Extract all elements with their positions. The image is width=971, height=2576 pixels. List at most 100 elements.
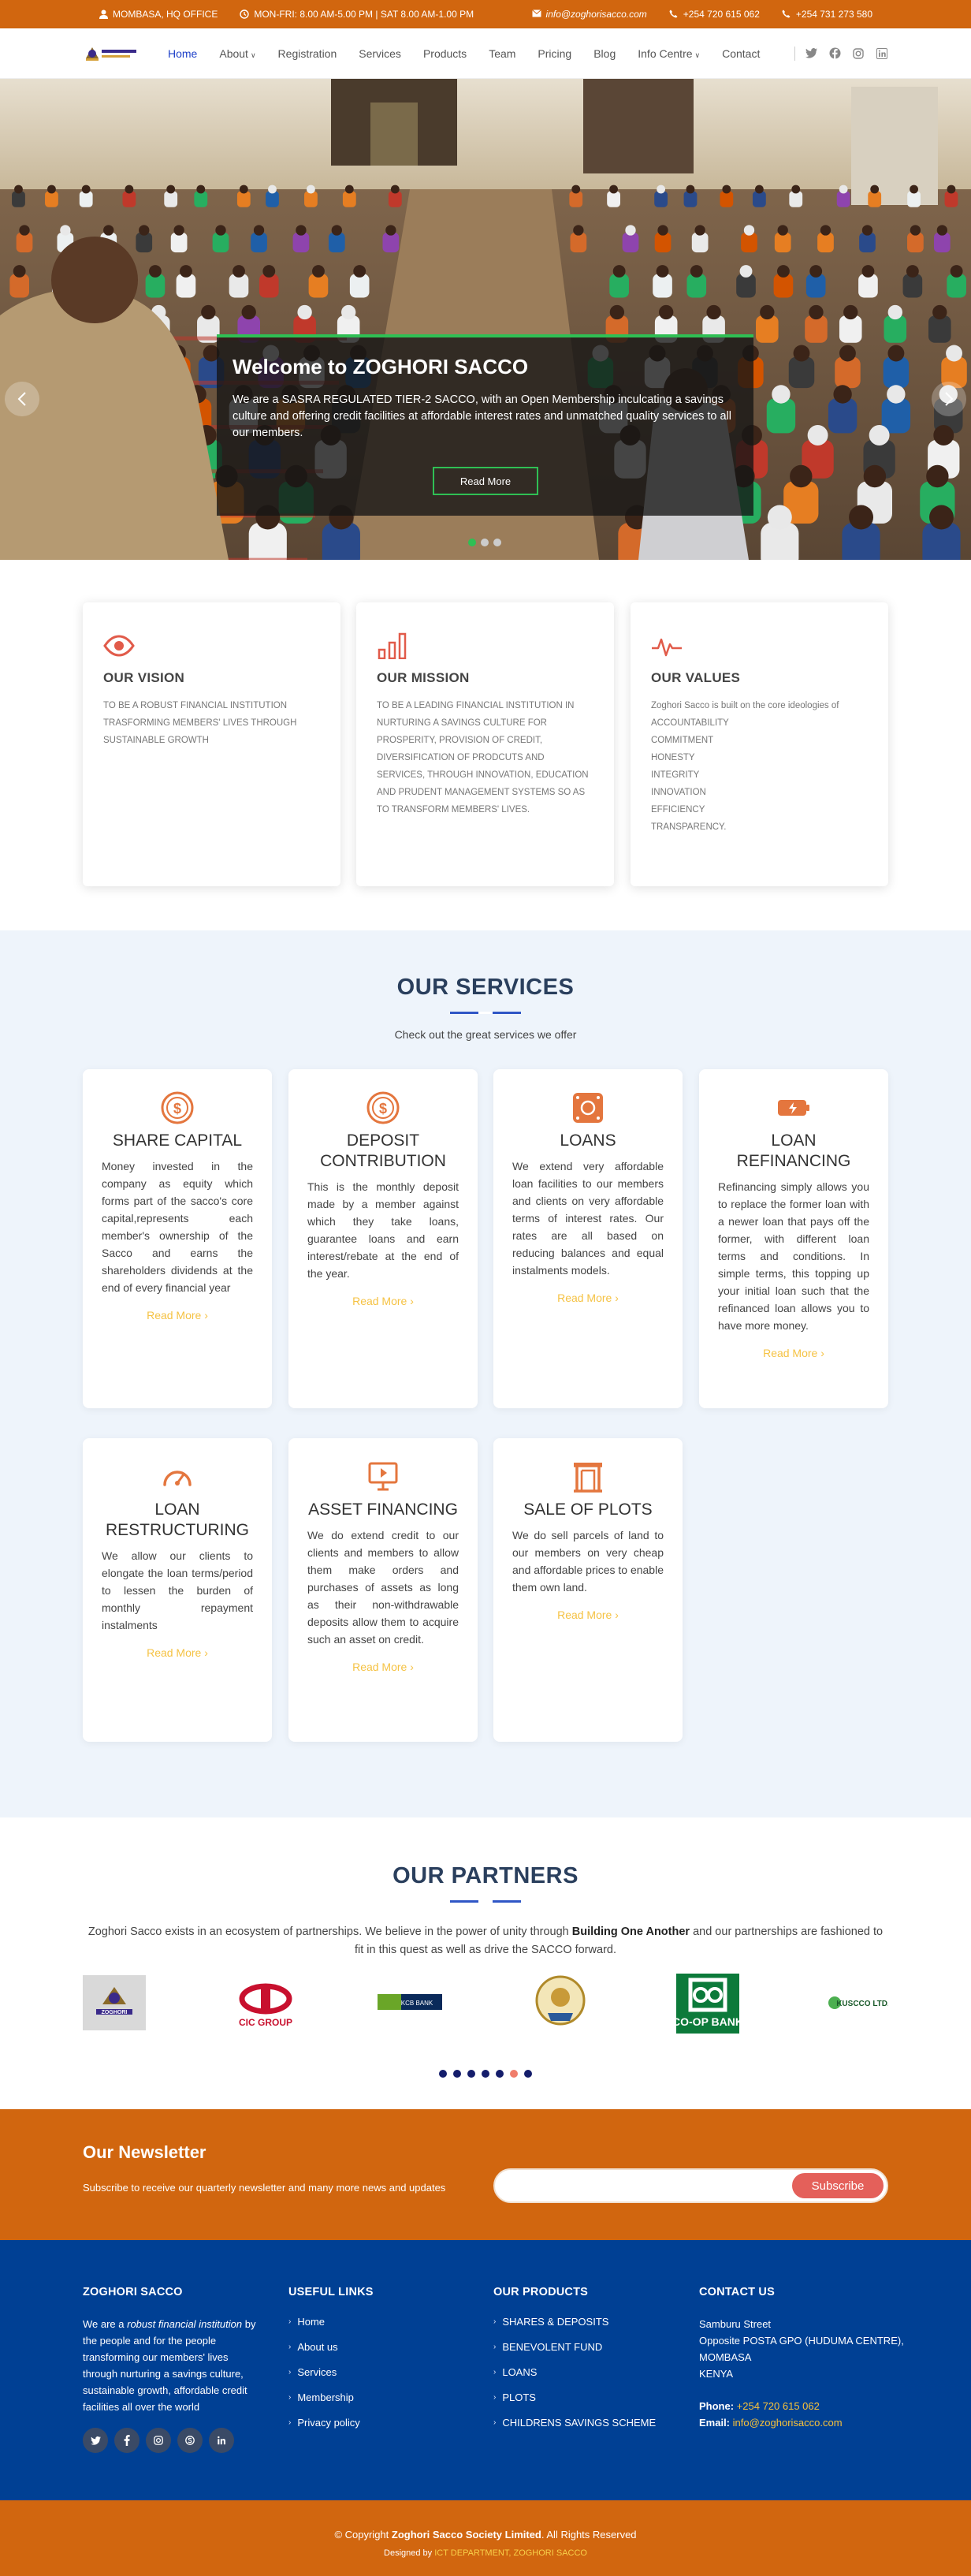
nav-item-home[interactable]: Home (157, 47, 208, 60)
email-text[interactable]: info@zoghorisacco.com (546, 9, 647, 20)
designer-link[interactable]: ICT DEPARTMENT, ZOGHORI SACCO (434, 2548, 587, 2558)
service-text: We do sell parcels of land to our member… (512, 1529, 664, 1594)
twitter-icon[interactable] (83, 2428, 108, 2453)
service-read-more-link[interactable]: Read More › (307, 1295, 459, 1307)
service-card-share-capital: $ SHARE CAPITAL Money invested in the comp… (83, 1069, 272, 1408)
service-read-more-link[interactable]: Read More › (102, 1309, 253, 1322)
nav-item-about[interactable]: About ∨ (208, 47, 266, 60)
partner-logo-crest[interactable] (534, 1974, 587, 2030)
partner-logo-kuscco[interactable]: KUSCCO LTD. (827, 1993, 888, 2013)
location-info: MOMBASA, HQ OFFICE (99, 9, 218, 20)
hours-info: MON-FRI: 8.00 AM-5.00 PM | SAT 8.00 AM-1… (240, 9, 474, 20)
service-title: LOAN REFINANCING (736, 1131, 851, 1170)
footer-product-label: SHARES & DEPOSITS (502, 2316, 609, 2328)
service-read-more-link[interactable]: Read More › (102, 1646, 253, 1659)
money-bill-icon (512, 1090, 664, 1126)
partners-dot[interactable] (453, 2070, 461, 2078)
service-read-more-link[interactable]: Read More › (512, 1609, 664, 1621)
footer-about-text: We are a robust financial institution by… (83, 2316, 264, 2415)
newsletter-email-input[interactable] (508, 2178, 768, 2190)
linkedin-icon[interactable] (876, 47, 888, 60)
phone2-info[interactable]: +254 731 273 580 (782, 9, 872, 20)
hero-read-more-button[interactable]: Read More (433, 467, 538, 495)
service-read-more-link[interactable]: Read More › (307, 1661, 459, 1673)
phone1-info[interactable]: +254 720 615 062 (669, 9, 760, 20)
linkedin-icon[interactable] (209, 2428, 234, 2453)
hero-next-button[interactable] (932, 382, 966, 416)
twitter-icon[interactable] (805, 47, 817, 60)
copy-after: . All Rights Reserved (541, 2529, 637, 2541)
email-info[interactable]: info@zoghorisacco.com (531, 9, 647, 20)
footer-product-shares-deposits[interactable]: › SHARES & DEPOSITS (493, 2316, 656, 2328)
instagram-icon[interactable] (852, 47, 865, 60)
service-card-sale-of-plots: SALE OF PLOTS We do sell parcels of land … (493, 1438, 683, 1742)
nav-item-team[interactable]: Team (478, 47, 526, 60)
services-section: OUR SERVICES Check out the great service… (0, 930, 971, 1817)
footer-product-label: PLOTS (502, 2391, 536, 2403)
designed-by-label: Designed by (384, 2548, 435, 2558)
hero-dot[interactable] (481, 539, 489, 546)
site-logo[interactable] (83, 40, 140, 67)
copy-bold: Zoghori Sacco Society Limited (391, 2529, 541, 2541)
phone2-text[interactable]: +254 731 273 580 (796, 9, 872, 20)
values-text: Zoghori Sacco is built on the core ideol… (651, 701, 839, 832)
footer-email[interactable]: info@zoghorisacco.com (733, 2417, 843, 2429)
partners-title: OUR PARTNERS (392, 1863, 579, 1888)
partners-dot[interactable] (524, 2070, 532, 2078)
hero-dot[interactable] (493, 539, 501, 546)
hero-prev-button[interactable] (5, 382, 39, 416)
partner-logo-zoghori[interactable]: ZOGHORI (83, 1975, 146, 2030)
partner-logo-coop[interactable]: CO-OP BANK (676, 1974, 739, 2034)
newsletter-section: Our Newsletter Subscribe to receive our … (0, 2109, 971, 2240)
services-title-underline (450, 1012, 521, 1014)
instagram-icon[interactable] (146, 2428, 171, 2453)
skype-icon[interactable] (177, 2428, 203, 2453)
footer-link-about-us[interactable]: › About us (288, 2341, 374, 2353)
partner-logo-cic-text: CIC GROUP (239, 2017, 292, 2028)
nav-item-registration[interactable]: Registration (267, 47, 348, 60)
facebook-icon[interactable] (828, 47, 841, 60)
hero-dot[interactable] (468, 539, 476, 546)
footer-product-loans[interactable]: › LOANS (493, 2366, 656, 2378)
partners-dot[interactable] (496, 2070, 504, 2078)
building-icon (512, 1459, 664, 1495)
chevron-right-icon: › (288, 2368, 292, 2377)
service-read-more-link[interactable]: Read More › (512, 1292, 664, 1304)
copyright-text: © Copyright Zoghori Sacco Society Limite… (0, 2529, 971, 2541)
partners-dot[interactable] (467, 2070, 475, 2078)
footer-link-privacy-policy[interactable]: › Privacy policy (288, 2417, 374, 2429)
footer-product-plots[interactable]: › PLOTS (493, 2391, 656, 2403)
footer-link-home[interactable]: › Home (288, 2316, 374, 2328)
chevron-down-icon: ∨ (694, 50, 701, 59)
service-read-more-link[interactable]: Read More › (718, 1347, 869, 1359)
footer-product-label: CHILDRENS SAVINGS SCHEME (502, 2417, 657, 2429)
nav-item-products[interactable]: Products (412, 47, 478, 60)
nav-item-contact[interactable]: Contact (711, 47, 771, 60)
nav-item-info-centre[interactable]: Info Centre ∨ (627, 47, 711, 60)
nav-item-pricing[interactable]: Pricing (526, 47, 582, 60)
footer-social (83, 2428, 264, 2453)
footer-about: ZOGHORI SACCO We are a robust financial … (83, 2286, 264, 2453)
phone1-text[interactable]: +254 720 615 062 (683, 9, 760, 20)
footer-product-childrens-savings-scheme[interactable]: › CHILDRENS SAVINGS SCHEME (493, 2417, 656, 2429)
phone-label: Phone: (699, 2400, 735, 2412)
service-card-asset-financing: ASSET FINANCING We do extend credit to ou… (288, 1438, 478, 1742)
footer-link-services[interactable]: › Services (288, 2366, 374, 2378)
partner-logo-kcb[interactable]: KCB BANK (378, 1994, 442, 2010)
nav-item-services[interactable]: Services (348, 47, 412, 60)
services-title: OUR SERVICES (396, 975, 575, 1000)
footer-link-membership[interactable]: › Membership (288, 2391, 374, 2403)
partners-dot[interactable] (482, 2070, 489, 2078)
service-title: ASSET FINANCING (308, 1500, 458, 1519)
partner-logo-kuscco-text: KUSCCO LTD. (836, 2000, 888, 2008)
subscribe-button[interactable]: Subscribe (791, 2172, 884, 2199)
footer-phone[interactable]: +254 720 615 062 (737, 2400, 820, 2412)
partners-intro: Zoghori Sacco exists in an ecosystem of … (84, 1923, 887, 1959)
footer-product-benevolent-fund[interactable]: › BENEVOLENT FUND (493, 2341, 656, 2353)
facebook-icon[interactable] (114, 2428, 140, 2453)
email-label: Email: (699, 2417, 731, 2429)
partners-dot[interactable] (439, 2070, 447, 2078)
partners-dot[interactable] (510, 2070, 518, 2078)
partner-logo-cic[interactable]: CIC GROUP (234, 1980, 297, 2030)
nav-item-blog[interactable]: Blog (582, 47, 627, 60)
